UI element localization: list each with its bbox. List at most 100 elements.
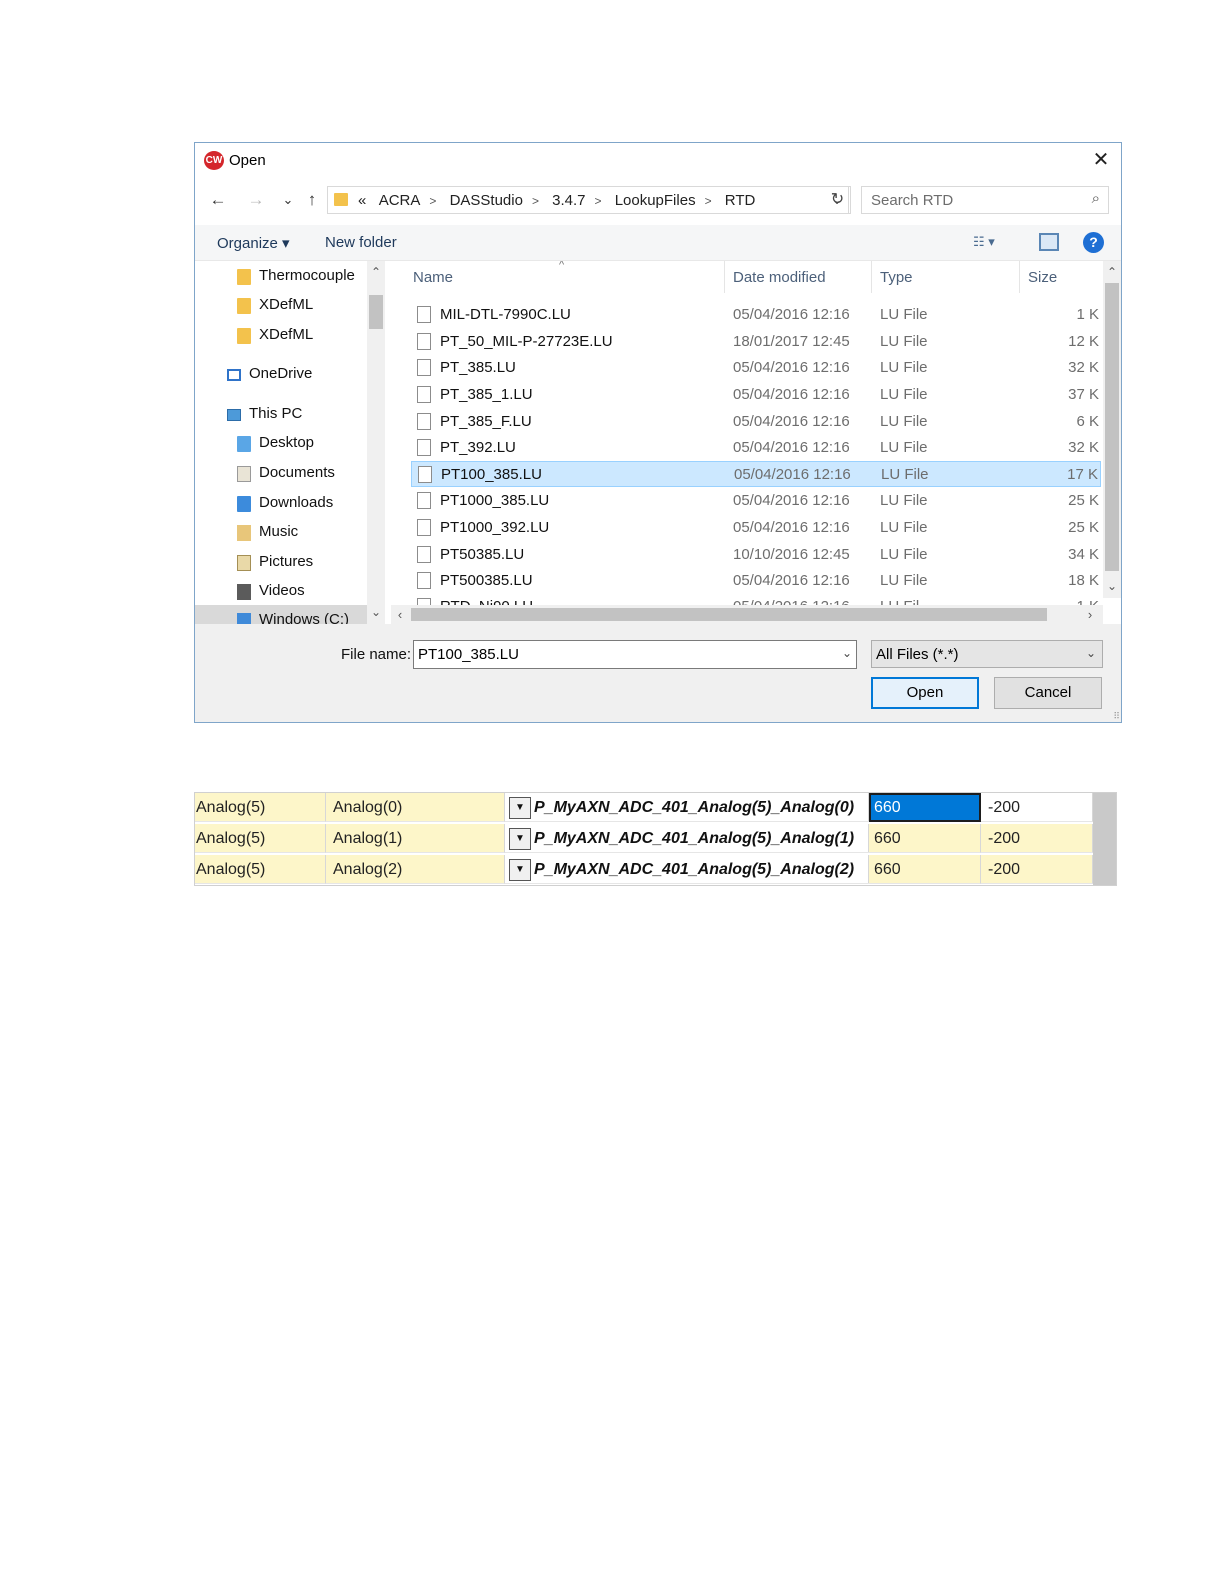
scrollbar-thumb[interactable] — [1105, 283, 1119, 571]
grid-cell-input[interactable]: Analog(1) — [326, 824, 505, 853]
grid-cell-input[interactable]: Analog(2) — [326, 855, 505, 884]
breadcrumb-separator-icon[interactable]: > — [532, 194, 539, 208]
search-input[interactable]: Search RTD ⌕ — [861, 186, 1109, 214]
file-row[interactable]: MIL-DTL-7990C.LU 05/04/2016 12:16 LU Fil… — [411, 302, 1101, 328]
dropdown-arrow-icon[interactable]: ▼ — [509, 859, 531, 881]
folder-icon — [237, 269, 251, 285]
forward-arrow-icon[interactable]: → — [245, 187, 267, 213]
parameter-grid: Analog(5) Analog(0) ▼ P_MyAXN_ADC_401_An… — [194, 792, 1117, 886]
file-size: 37 K — [1068, 386, 1099, 403]
file-size: 6 K — [1076, 413, 1099, 430]
scrollbar-thumb[interactable] — [369, 295, 383, 329]
file-row[interactable]: PT_50_MIL-P-27723E.LU 18/01/2017 12:45 L… — [411, 329, 1101, 355]
scroll-left-arrow-icon[interactable]: ‹ — [391, 605, 409, 624]
grid-cell-parameter[interactable]: P_MyAXN_ADC_401_Analog(5)_Analog(2) — [533, 855, 869, 884]
breadcrumb-item-acra[interactable]: ACRA — [379, 192, 421, 209]
grid-cell-parameter[interactable]: P_MyAXN_ADC_401_Analog(5)_Analog(0) — [533, 793, 869, 822]
breadcrumb-item-dasstudio[interactable]: DASStudio — [450, 192, 523, 209]
column-header-name[interactable]: Name — [413, 269, 453, 286]
file-row[interactable]: PT_385_F.LU 05/04/2016 12:16 LU File 6 K — [411, 409, 1101, 435]
file-date: 05/04/2016 12:16 — [733, 572, 850, 589]
back-arrow-icon[interactable]: ← — [207, 187, 229, 213]
recent-locations-chevron-icon[interactable]: ⌄ — [277, 187, 299, 213]
file-row[interactable]: PT_385_1.LU 05/04/2016 12:16 LU File 37 … — [411, 382, 1101, 408]
dropdown-arrow-icon[interactable]: ▼ — [509, 828, 531, 850]
grid-cell-input[interactable]: Analog(0) — [326, 793, 505, 822]
cancel-button[interactable]: Cancel — [994, 677, 1102, 709]
view-options-icon[interactable]: ☷ ▾ — [973, 234, 1013, 254]
breadcrumb-item-rtd[interactable]: RTD — [725, 192, 756, 209]
breadcrumb-separator-icon[interactable]: > — [705, 194, 712, 208]
file-name-label: File name: — [341, 646, 412, 663]
organize-button[interactable]: Organize ▾ — [217, 234, 290, 252]
up-arrow-icon[interactable]: ↑ — [301, 187, 323, 213]
column-header-type[interactable]: Type — [880, 269, 913, 286]
file-list-horizontal-scrollbar[interactable]: ‹ › — [391, 605, 1103, 624]
file-icon — [417, 333, 431, 350]
file-row[interactable]: PT_392.LU 05/04/2016 12:16 LU File 32 K — [411, 435, 1101, 461]
grid-cell-min[interactable]: -200 — [981, 855, 1093, 884]
scroll-down-arrow-icon[interactable]: ⌄ — [1103, 577, 1121, 595]
column-header-size[interactable]: Size — [1028, 269, 1057, 286]
drive-icon — [237, 613, 251, 624]
grid-scrollbar[interactable] — [1093, 793, 1116, 885]
breadcrumb-separator-icon[interactable]: > — [429, 194, 436, 208]
close-button[interactable]: ✕ — [1081, 143, 1121, 177]
breadcrumb-item-version[interactable]: 3.4.7 — [552, 192, 585, 209]
command-toolbar: Organize ▾ New folder ☷ ▾ ? — [195, 225, 1121, 261]
open-button[interactable]: Open — [871, 677, 979, 709]
grid-cell-max[interactable]: 660 — [869, 855, 981, 884]
breadcrumb-overflow[interactable]: « — [358, 192, 366, 209]
file-type: LU File — [880, 306, 928, 323]
scroll-right-arrow-icon[interactable]: › — [1081, 605, 1099, 624]
file-date: 05/04/2016 12:16 — [733, 306, 850, 323]
grid-cell-max[interactable]: 660 — [869, 824, 981, 853]
file-row[interactable]: PT_385.LU 05/04/2016 12:16 LU File 32 K — [411, 355, 1101, 381]
scroll-up-arrow-icon[interactable]: ⌃ — [1103, 263, 1121, 281]
chevron-down-icon[interactable]: ⌄ — [842, 646, 852, 660]
new-folder-button[interactable]: New folder — [325, 234, 397, 251]
file-row[interactable]: PT1000_385.LU 05/04/2016 12:16 LU File 2… — [411, 488, 1101, 514]
grid-cell-min[interactable]: -200 — [981, 824, 1093, 853]
column-divider[interactable] — [871, 261, 872, 293]
nav-pane-scrollbar[interactable]: ⌃ ⌄ — [367, 261, 385, 624]
scrollbar-thumb[interactable] — [411, 608, 1047, 621]
breadcrumb-item-lookupfiles[interactable]: LookupFiles — [615, 192, 696, 209]
pictures-icon — [237, 555, 251, 571]
column-divider[interactable] — [1019, 261, 1020, 293]
folder-icon — [334, 193, 348, 206]
file-name-value[interactable]: PT100_385.LU — [418, 646, 519, 663]
column-divider[interactable] — [724, 261, 725, 293]
file-row[interactable]: PT1000_392.LU 05/04/2016 12:16 LU File 2… — [411, 515, 1101, 541]
grid-cell-channel[interactable]: Analog(5) — [195, 855, 326, 884]
search-icon[interactable]: ⌕ — [1092, 190, 1100, 207]
help-icon[interactable]: ? — [1083, 232, 1104, 253]
grid-cell-channel[interactable]: Analog(5) — [195, 824, 326, 853]
preview-pane-icon[interactable] — [1039, 233, 1059, 251]
resize-grip-icon[interactable]: ⠿ — [1113, 711, 1120, 722]
file-name: PT50385.LU — [440, 546, 525, 563]
file-type-filter-select[interactable]: All Files (*.*) ⌄ — [871, 640, 1103, 668]
column-header-date-modified[interactable]: Date modified — [733, 269, 826, 286]
file-name-input[interactable]: PT100_385.LU ⌄ — [413, 640, 857, 669]
chevron-down-icon[interactable]: ⌄ — [1086, 646, 1096, 660]
address-bar[interactable]: « ACRA > DASStudio > 3.4.7 > LookupFiles > R… — [327, 186, 849, 214]
file-row[interactable]: PT500385.LU 05/04/2016 12:16 LU File 18 … — [411, 568, 1101, 594]
grid-cell-channel[interactable]: Analog(5) — [195, 793, 326, 822]
file-row-selected[interactable]: PT100_385.LU 05/04/2016 12:16 LU File 17… — [411, 461, 1101, 487]
scroll-down-arrow-icon[interactable]: ⌄ — [367, 603, 385, 621]
file-type: LU File — [880, 386, 928, 403]
file-name: PT1000_392.LU — [440, 519, 550, 536]
refresh-icon[interactable]: ↻ — [825, 186, 851, 214]
file-list-vertical-scrollbar[interactable]: ⌃ ⌄ — [1103, 261, 1121, 598]
breadcrumb-separator-icon[interactable]: > — [595, 194, 602, 208]
file-size: 32 K — [1068, 439, 1099, 456]
grid-cell-parameter[interactable]: P_MyAXN_ADC_401_Analog(5)_Analog(1) — [533, 824, 869, 853]
file-type: LU File — [880, 439, 928, 456]
sort-ascending-icon: ^ — [559, 261, 565, 271]
file-row[interactable]: PT50385.LU 10/10/2016 12:45 LU File 34 K — [411, 542, 1101, 568]
dropdown-arrow-icon[interactable]: ▼ — [509, 797, 531, 819]
grid-cell-max-active[interactable]: 660 — [869, 793, 981, 822]
grid-cell-min[interactable]: -200 — [981, 793, 1093, 822]
scroll-up-arrow-icon[interactable]: ⌃ — [367, 263, 385, 281]
